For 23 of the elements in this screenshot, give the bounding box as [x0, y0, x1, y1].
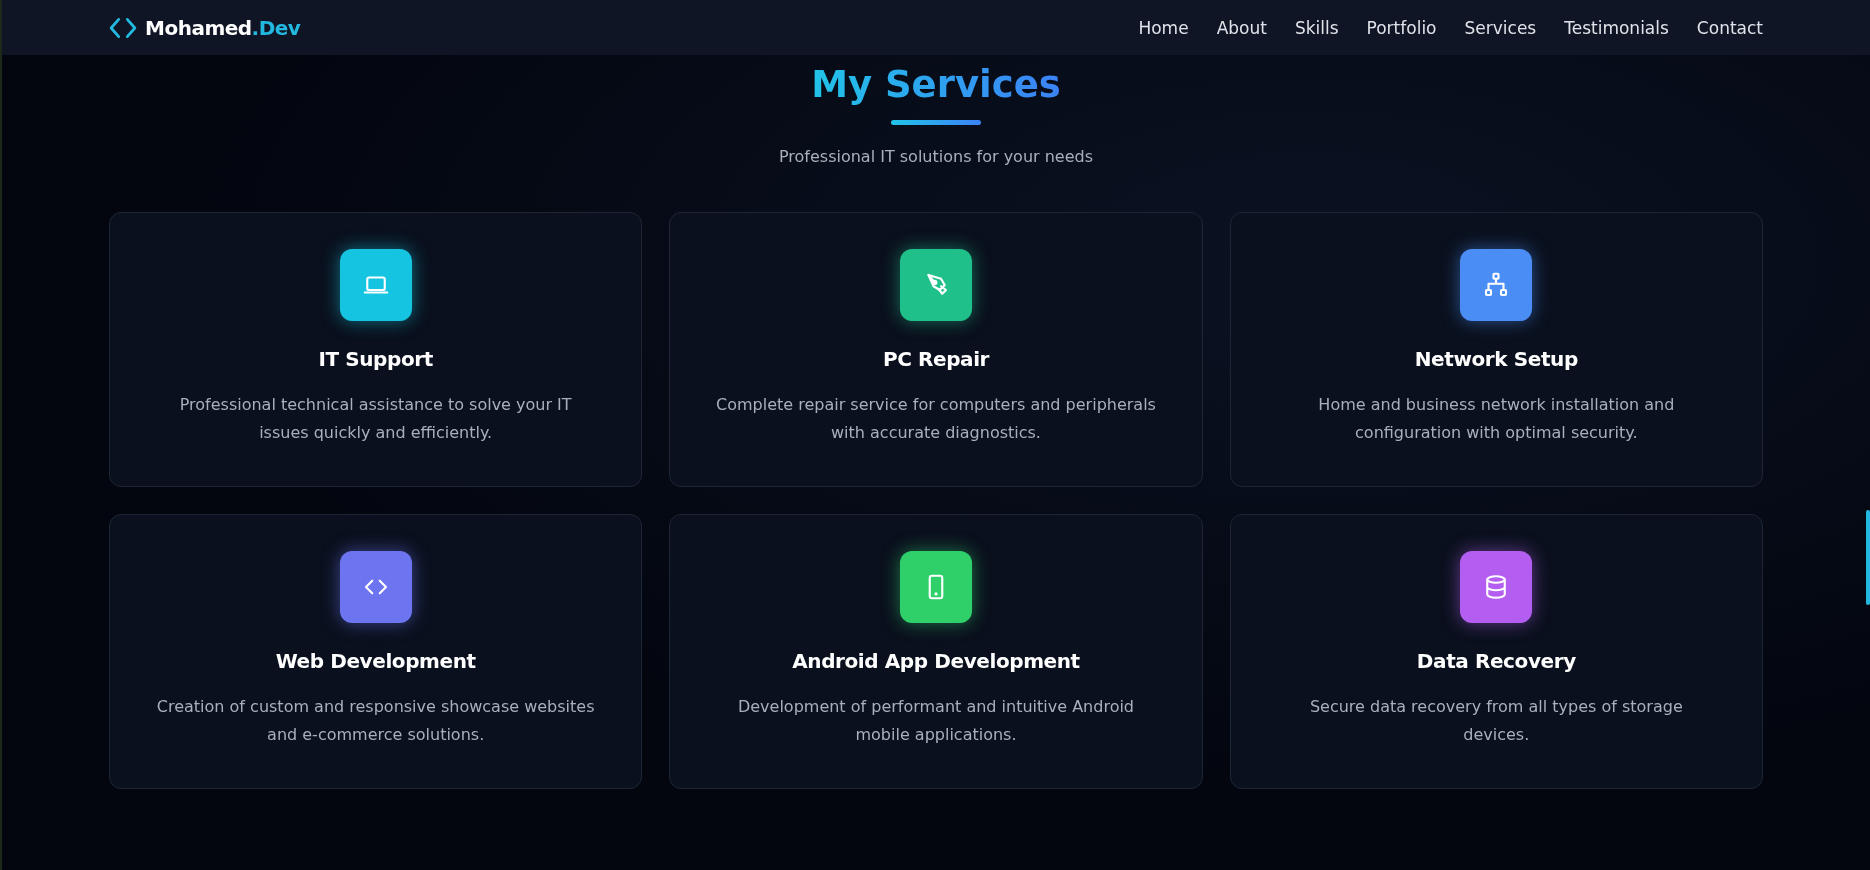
- service-title: Android App Development: [792, 649, 1080, 674]
- code-brackets-icon: [109, 16, 137, 39]
- service-description: Home and business network installation and configuration with optimal security.: [1317, 394, 1676, 445]
- service-title: Web Development: [275, 649, 476, 674]
- nav-link[interactable]: Skills: [1294, 17, 1339, 38]
- nav-link[interactable]: Services: [1464, 17, 1537, 38]
- service-title: Network Setup: [1414, 347, 1578, 372]
- nav-link[interactable]: Contact: [1696, 17, 1763, 38]
- scrollbar-thumb[interactable]: [1866, 510, 1870, 605]
- nav-link[interactable]: Testimonials: [1564, 17, 1669, 38]
- service-title: Data Recovery: [1416, 649, 1576, 674]
- service-description: Development of performant and intuitive Android mobile applications.: [736, 696, 1136, 747]
- section-subtitle: Professional IT solutions for your needs: [778, 147, 1094, 167]
- service-title: PC Repair: [882, 347, 990, 372]
- nav-link[interactable]: Home: [1138, 17, 1189, 38]
- nav-link[interactable]: About: [1216, 17, 1267, 38]
- service-description: Secure data recovery from all types of storage devices.: [1308, 696, 1684, 747]
- site-logo[interactable]: Mohamed.Dev: [145, 15, 301, 40]
- service-description: Professional technical assistance to solve your IT issues quickly and efficiently.: [178, 394, 573, 445]
- nav-link[interactable]: Portfolio: [1366, 17, 1437, 38]
- service-description: Creation of custom and responsive showcase websites and e-commerce solutions.: [155, 696, 596, 747]
- service-title: IT Support: [318, 347, 433, 372]
- service-description: Complete repair service for computers and peripherals with accurate diagnostics.: [716, 394, 1156, 445]
